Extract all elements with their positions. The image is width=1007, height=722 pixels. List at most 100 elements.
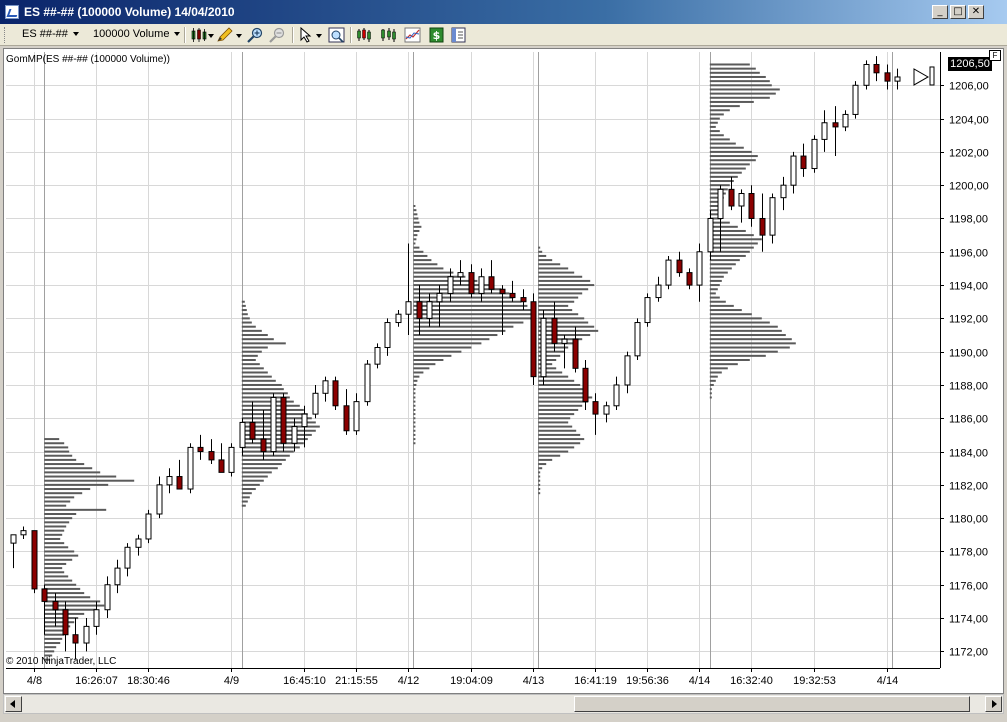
x-tick-label: 4/8 xyxy=(27,675,42,687)
profile-bar xyxy=(538,300,575,303)
candle-up xyxy=(114,567,121,586)
profile-bar xyxy=(709,375,718,378)
profile-bar xyxy=(709,146,744,149)
profile-bar xyxy=(709,267,732,270)
candle-down xyxy=(728,188,735,207)
profile-bar xyxy=(709,325,778,328)
horizontal-scrollbar[interactable] xyxy=(3,694,1004,714)
profile-bar xyxy=(538,383,581,386)
profile-bar xyxy=(413,342,482,345)
profile-bar xyxy=(709,346,790,349)
price-candles xyxy=(10,56,901,660)
profile-bar xyxy=(709,109,730,112)
profile-bar xyxy=(413,325,514,328)
profile-bar xyxy=(538,279,591,282)
profile-bar xyxy=(709,92,776,95)
scroll-left-button[interactable] xyxy=(5,696,22,712)
profile-bar xyxy=(413,254,428,257)
profile-bar xyxy=(241,359,256,361)
profile-bar xyxy=(44,592,85,595)
candlestick-chart[interactable]: 1172,00 1174,00 1176,00 1178,00 1180,00 1182,… xyxy=(0,0,1007,722)
market-profile-histograms xyxy=(44,63,796,661)
profile-bar xyxy=(413,229,420,232)
candle-up xyxy=(852,84,859,115)
profile-bar xyxy=(709,392,712,395)
candle-down xyxy=(176,476,183,490)
profile-bar xyxy=(241,342,286,345)
candle-up xyxy=(447,276,454,294)
profile-bar xyxy=(413,379,418,382)
profile-bar xyxy=(709,150,752,153)
candle-down xyxy=(592,401,599,415)
profile-bar xyxy=(413,213,418,216)
current-bar-marker xyxy=(929,66,935,86)
profile-bar xyxy=(241,329,262,332)
profile-bar xyxy=(413,359,444,361)
profile-bar xyxy=(709,117,720,120)
profile-bar xyxy=(241,367,264,370)
x-tick-label: 4/14 xyxy=(689,675,710,687)
profile-bar xyxy=(413,425,416,428)
fixed-scale-button[interactable]: F xyxy=(989,50,1001,61)
profile-bar xyxy=(241,304,246,307)
indicator-label: GomMP(ES ##-## (100000 Volume)) xyxy=(6,54,170,65)
profile-bar xyxy=(709,321,770,324)
candle-up xyxy=(145,513,152,540)
profile-bar xyxy=(413,221,420,224)
candle-up xyxy=(769,197,776,236)
profile-bar xyxy=(241,492,252,495)
profile-bar xyxy=(241,317,250,320)
x-tick-label: 4/14 xyxy=(877,675,898,687)
x-tick-label: 19:04:09 xyxy=(450,675,493,687)
candle-up xyxy=(395,313,402,324)
profile-bar xyxy=(44,546,69,549)
candle-up xyxy=(83,625,90,644)
profile-bar xyxy=(44,637,63,640)
x-tick-label: 16:26:07 xyxy=(75,675,118,687)
candle-down xyxy=(686,272,693,286)
profile-bar xyxy=(241,334,268,337)
profile-bar xyxy=(44,500,71,503)
scroll-thumb[interactable] xyxy=(574,696,970,712)
profile-bar xyxy=(44,583,77,586)
candle-up xyxy=(239,421,246,448)
profile-bar xyxy=(709,71,760,74)
y-tick-label: 1206,00 xyxy=(949,81,989,93)
candle-down xyxy=(343,405,350,432)
profile-bar xyxy=(413,396,416,399)
candle-down xyxy=(52,600,59,611)
profile-bar xyxy=(538,288,589,291)
last-price-marker xyxy=(913,66,935,86)
profile-bar xyxy=(538,479,541,482)
profile-bar xyxy=(709,275,724,278)
candle-down xyxy=(676,259,683,274)
profile-bar xyxy=(538,417,571,420)
profile-bar xyxy=(44,450,70,453)
profile-bar xyxy=(709,309,742,312)
profile-bar xyxy=(44,496,75,499)
profile-bar xyxy=(538,483,541,486)
candle-up xyxy=(842,113,849,128)
profile-bar xyxy=(413,250,424,253)
profile-bar xyxy=(709,250,750,253)
profile-bar xyxy=(538,454,561,457)
candle-up xyxy=(561,338,568,344)
candle-up xyxy=(790,155,797,186)
profile-bar xyxy=(709,100,754,103)
candle-up xyxy=(780,184,787,199)
scroll-right-button[interactable] xyxy=(985,696,1002,712)
profile-bar xyxy=(538,313,579,316)
profile-bar xyxy=(709,238,762,241)
profile-bar xyxy=(709,304,734,307)
profile-bar xyxy=(538,254,547,257)
candle-down xyxy=(884,72,891,82)
profile-bar xyxy=(241,479,264,482)
profile-bar xyxy=(538,400,589,403)
profile-bar xyxy=(413,217,419,220)
profile-bar xyxy=(709,142,736,145)
x-tick-label: 16:32:40 xyxy=(730,675,773,687)
candle-down xyxy=(208,451,215,461)
profile-bar xyxy=(44,525,67,528)
profile-bar xyxy=(413,288,502,291)
y-tick-label: 1192,00 xyxy=(949,314,988,326)
